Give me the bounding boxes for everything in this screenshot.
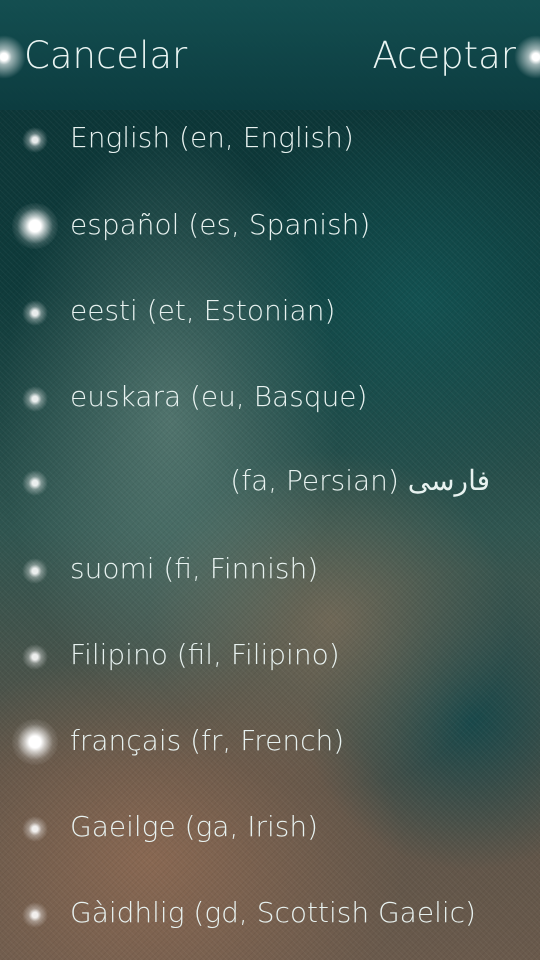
bullet-dot-icon bbox=[22, 127, 48, 153]
language-label: Gàidhlig (gd, Scottish Gaelic) bbox=[70, 896, 476, 929]
bullet-dot-icon bbox=[22, 644, 48, 670]
language-label: فارسی (fa, Persian) bbox=[230, 464, 490, 497]
language-item-fr[interactable]: français (fr, French) bbox=[0, 686, 540, 772]
language-label: eesti (et, Estonian) bbox=[70, 294, 336, 327]
language-label: suomi (fi, Finnish) bbox=[70, 552, 319, 585]
bullet-dot-icon bbox=[22, 558, 48, 584]
bullet-dot-icon bbox=[22, 470, 48, 496]
language-picker-screen: Cancelar Aceptar English (en, English) e… bbox=[0, 0, 540, 960]
selected-dot-icon bbox=[12, 203, 58, 249]
dialog-header: Cancelar Aceptar bbox=[0, 0, 540, 110]
glow-indicator-icon bbox=[514, 35, 540, 79]
bullet-dot-icon bbox=[22, 902, 48, 928]
language-item-ga[interactable]: Gaeilge (ga, Irish) bbox=[0, 772, 540, 858]
language-label: Gaeilge (ga, Irish) bbox=[70, 810, 319, 843]
language-item-et[interactable]: eesti (et, Estonian) bbox=[0, 256, 540, 342]
language-item-gd[interactable]: Gàidhlig (gd, Scottish Gaelic) bbox=[0, 858, 540, 944]
language-item-fi[interactable]: suomi (fi, Finnish) bbox=[0, 514, 540, 600]
language-label: español (es, Spanish) bbox=[70, 208, 371, 241]
bullet-dot-icon bbox=[22, 816, 48, 842]
language-list: English (en, English) español (es, Spani… bbox=[0, 110, 540, 944]
bullet-dot-icon bbox=[22, 386, 48, 412]
language-label: Filipino (fil, Filipino) bbox=[70, 638, 340, 671]
language-item-fa[interactable]: فارسی (fa, Persian) bbox=[0, 428, 540, 514]
language-label: euskara (eu, Basque) bbox=[70, 380, 368, 413]
cancel-button[interactable]: Cancelar bbox=[24, 30, 187, 82]
language-label: français (fr, French) bbox=[70, 724, 345, 757]
glow-indicator-icon bbox=[0, 35, 26, 79]
language-item-es[interactable]: español (es, Spanish) bbox=[0, 170, 540, 256]
language-label: English (en, English) bbox=[70, 121, 354, 154]
language-item-eu[interactable]: euskara (eu, Basque) bbox=[0, 342, 540, 428]
selected-dot-icon bbox=[12, 719, 58, 765]
language-item-en[interactable]: English (en, English) bbox=[0, 110, 540, 170]
bullet-dot-icon bbox=[22, 300, 48, 326]
language-item-fil[interactable]: Filipino (fil, Filipino) bbox=[0, 600, 540, 686]
accept-button[interactable]: Aceptar bbox=[372, 30, 516, 82]
